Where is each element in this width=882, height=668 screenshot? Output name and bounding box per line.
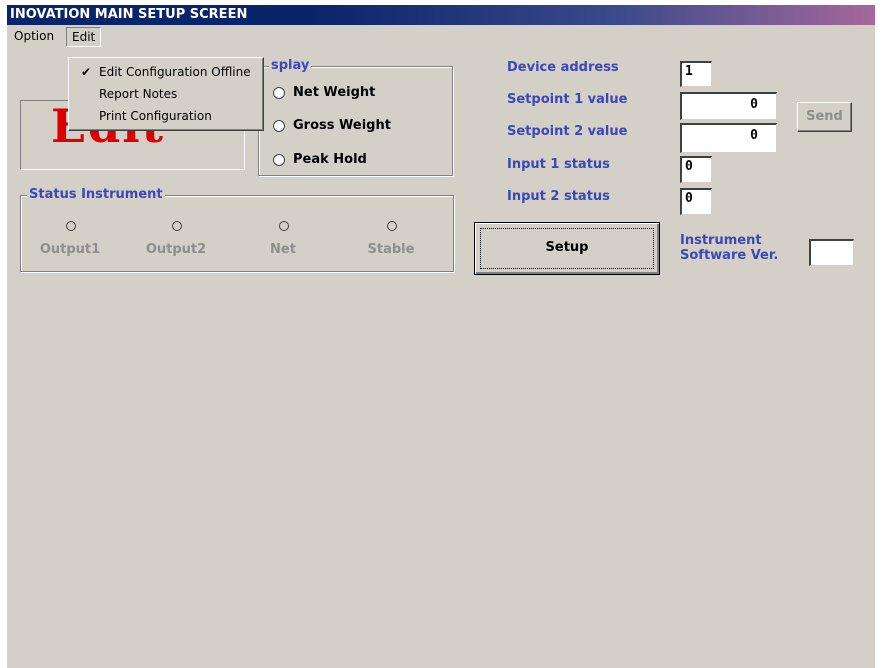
menu-option[interactable]: Option [9, 27, 59, 45]
radio-icon [273, 86, 285, 99]
stable-led-icon [387, 221, 397, 231]
sw-version-label-line1: Instrument [680, 233, 762, 248]
title-bar: INOVATION MAIN SETUP SCREEN [7, 5, 875, 25]
radio-label: Net Weight [293, 85, 376, 100]
radio-label: Peak Hold [293, 152, 367, 167]
sw-version-label-line2: Software Ver. [680, 248, 779, 263]
device-address-field[interactable]: 1 [680, 61, 712, 87]
status-group-title: Status Instrument [27, 187, 165, 202]
output2-label: Output2 [145, 242, 207, 257]
radio-net-weight[interactable]: Net Weight [273, 85, 375, 100]
radio-peak-hold[interactable]: Peak Hold [273, 152, 367, 167]
menu-item-print-config[interactable]: Print Configuration [71, 105, 261, 127]
menu-bar: Option Edit [7, 26, 875, 47]
output1-label: Output1 [39, 242, 101, 257]
setpoint1-label: Setpoint 1 value [507, 92, 628, 107]
menu-item-label: Edit Configuration Offline [99, 65, 251, 79]
checkmark-icon: ✔ [81, 65, 92, 79]
menu-item-report-notes[interactable]: Report Notes [71, 83, 261, 105]
status-instrument-group: Status Instrument Output1 Output2 Net St… [20, 187, 454, 272]
radio-gross-weight[interactable]: Gross Weight [273, 118, 391, 133]
output1-led-icon [66, 221, 76, 231]
input1-status-field: 0 [680, 156, 712, 183]
display-group-title: splay [269, 58, 312, 73]
input1-status-label: Input 1 status [507, 157, 610, 172]
radio-icon [273, 119, 285, 132]
menu-item-label: Report Notes [99, 87, 178, 101]
input2-status-label: Input 2 status [507, 189, 610, 204]
radio-icon [273, 153, 285, 166]
sw-version-field [809, 239, 854, 266]
net-led-icon [279, 221, 289, 231]
send-button[interactable]: Send [797, 102, 852, 132]
stable-label: Stable [367, 242, 415, 257]
main-setup-window: INOVATION MAIN SETUP SCREEN Option Edit … [7, 5, 875, 668]
net-label: Net [270, 242, 296, 257]
device-address-label: Device address [507, 60, 619, 75]
menu-item-label: Print Configuration [99, 109, 212, 123]
display-mode-group: splay Net Weight Gross Weight Peak Hold [258, 58, 453, 176]
setup-button[interactable]: Setup [474, 222, 660, 275]
setpoint1-field[interactable]: 0 [680, 92, 777, 120]
edit-dropdown-menu: ✔ Edit Configuration Offline Report Note… [68, 57, 264, 131]
input2-status-field: 0 [680, 188, 712, 215]
menu-edit[interactable]: Edit [66, 27, 102, 47]
radio-label: Gross Weight [293, 118, 391, 133]
menu-item-edit-config-offline[interactable]: ✔ Edit Configuration Offline [71, 61, 261, 83]
output2-led-icon [172, 221, 182, 231]
setpoint2-label: Setpoint 2 value [507, 124, 628, 139]
setpoint2-field[interactable]: 0 [680, 123, 777, 153]
focus-rect [480, 228, 654, 269]
